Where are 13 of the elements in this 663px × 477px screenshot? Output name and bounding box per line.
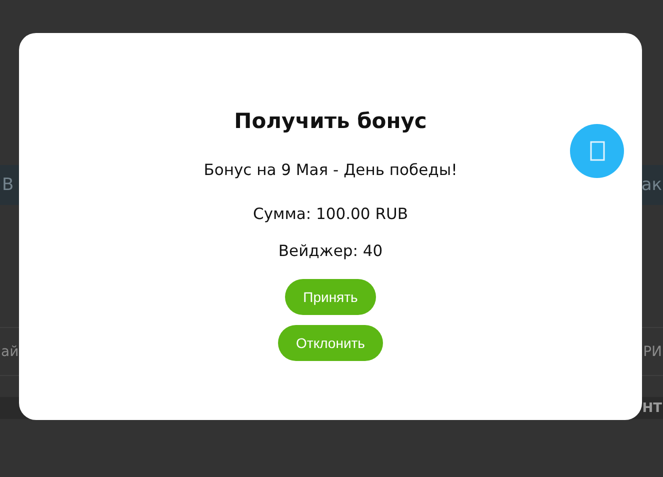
square-icon [590,141,604,161]
band-text: ак [641,175,662,195]
row-text: РИ [643,344,662,360]
detail-text: Сумма: 100.00 RUB [253,204,408,224]
bonus-description: Бонус на 9 Мая - День победы! [204,160,458,180]
detail-text: Вейджер: 40 [278,241,383,261]
decline-button[interactable]: Отклонить [278,325,383,361]
footer-text: НТ [642,400,662,416]
chat-button[interactable] [570,124,624,178]
row-text: ай [1,344,19,360]
band-text: В [2,175,14,195]
accept-button[interactable]: Принять [285,279,376,315]
dialog-title: Получить бонус [234,108,427,135]
